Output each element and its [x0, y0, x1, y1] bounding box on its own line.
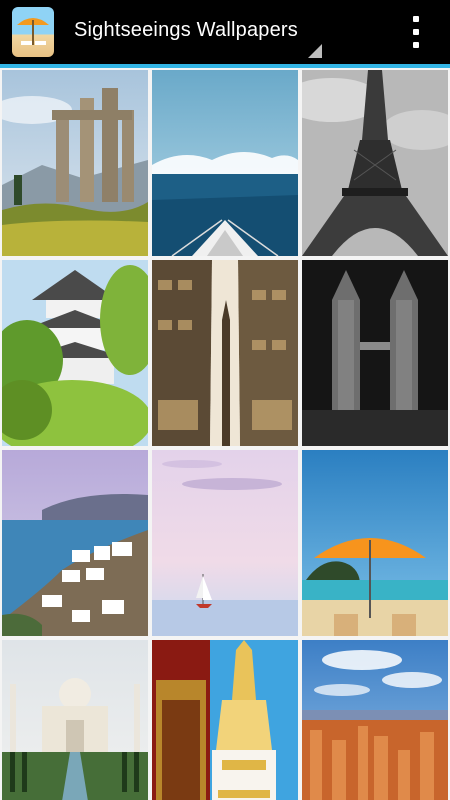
- menu-dot: [413, 16, 419, 22]
- wallpaper-thumbnail[interactable]: [302, 70, 448, 256]
- wallpaper-thumbnail[interactable]: [2, 70, 148, 256]
- wallpaper-thumbnail[interactable]: [152, 640, 298, 800]
- beach-umbrella-icon[interactable]: [12, 7, 54, 57]
- wallpaper-thumbnail[interactable]: [302, 640, 448, 800]
- spinner-indicator-icon: [308, 44, 322, 58]
- wallpaper-thumbnail[interactable]: [2, 260, 148, 446]
- menu-dot: [413, 42, 419, 48]
- title-spinner[interactable]: Sightseeings Wallpapers: [60, 0, 322, 64]
- menu-dot: [413, 29, 419, 35]
- app-title: Sightseeings Wallpapers: [74, 19, 298, 41]
- wallpaper-thumbnail[interactable]: [302, 260, 448, 446]
- wallpaper-thumbnail[interactable]: [2, 450, 148, 636]
- wallpaper-thumbnail[interactable]: [302, 450, 448, 636]
- app-screen: Sightseeings Wallpapers: [0, 0, 450, 800]
- action-bar: Sightseeings Wallpapers: [0, 0, 450, 68]
- wallpaper-thumbnail[interactable]: [152, 450, 298, 636]
- wallpaper-thumbnail[interactable]: [152, 260, 298, 446]
- wallpaper-thumbnail[interactable]: [152, 70, 298, 256]
- wallpaper-thumbnail[interactable]: [2, 640, 148, 800]
- wallpaper-grid: [0, 68, 450, 800]
- overflow-menu-icon[interactable]: [396, 10, 436, 54]
